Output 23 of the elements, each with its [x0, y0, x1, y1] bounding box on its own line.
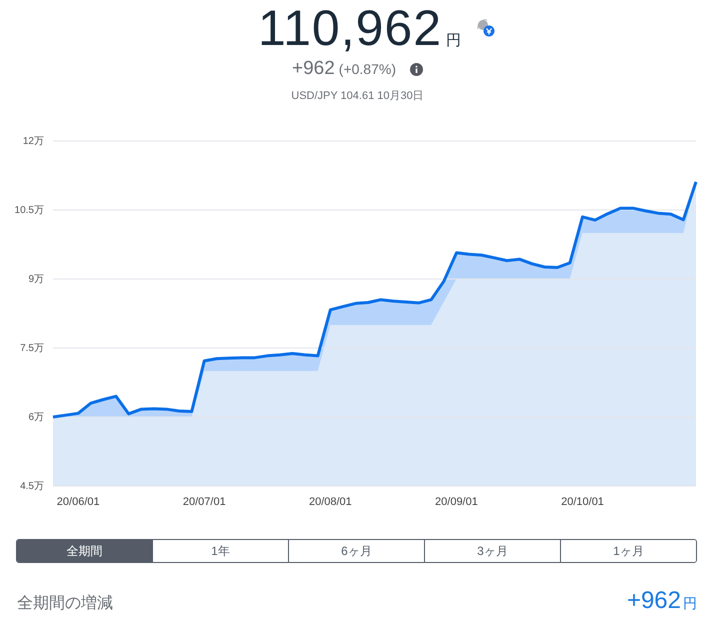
y-axis-label: 4.5万 — [20, 481, 44, 492]
change-amount: +962 — [292, 58, 335, 80]
currency-switch-icon[interactable] — [475, 17, 498, 39]
summary-value: +962 — [626, 587, 681, 615]
x-axis-label: 20/08/01 — [308, 496, 352, 508]
exchange-rate: USD/JPY 104.61 10月30日 — [291, 89, 424, 103]
summary-label: 全期間の増減 — [17, 593, 113, 614]
summary-unit: 円 — [683, 595, 697, 613]
y-axis-label: 9万 — [28, 274, 44, 285]
info-icon[interactable] — [410, 62, 423, 76]
y-axis-label: 12万 — [22, 136, 44, 147]
y-axis-label: 7.5万 — [20, 343, 44, 354]
total-value: 110,962 — [258, 2, 442, 54]
currency-unit: 円 — [446, 31, 462, 50]
change-percent: (+0.87%) — [338, 61, 396, 77]
y-axis-label: 6万 — [28, 412, 44, 423]
x-axis-label: 20/09/01 — [435, 496, 478, 508]
y-axis-label: 10.5万 — [14, 205, 44, 216]
x-axis-label: 20/06/01 — [56, 496, 100, 508]
period-tab[interactable]: 全期間 — [17, 540, 152, 562]
x-axis-label: 20/07/01 — [182, 496, 226, 508]
x-axis-label: 20/10/01 — [561, 496, 604, 508]
period-tab[interactable]: 1ヶ月 — [560, 540, 696, 562]
